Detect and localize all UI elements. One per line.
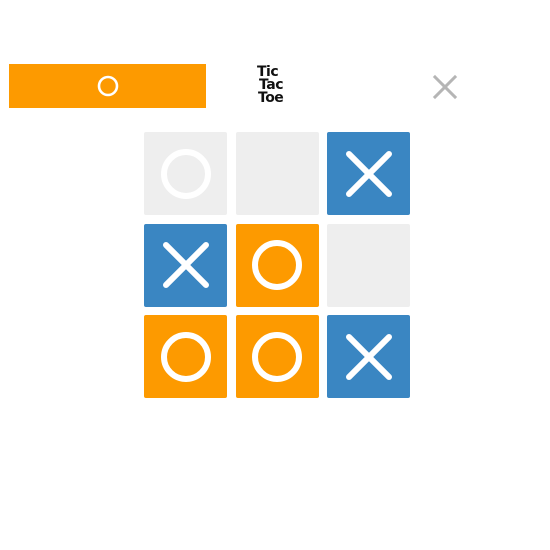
- o-mark-icon: [252, 240, 302, 290]
- o-mark-icon: [160, 331, 211, 382]
- board-cell-r1-c3[interactable]: [327, 132, 410, 215]
- close-button[interactable]: [430, 72, 460, 102]
- close-icon: [432, 74, 458, 100]
- board-cell-r1-c2[interactable]: [235, 132, 319, 215]
- x-mark-icon: [162, 242, 209, 288]
- board-cell-r3-c3[interactable]: [327, 315, 410, 398]
- o-mark-icon: [97, 75, 118, 97]
- turn-indicator: [9, 64, 206, 108]
- board-cell-r3-c1[interactable]: [144, 315, 227, 398]
- board-cell-r2-c3[interactable]: [327, 223, 410, 307]
- board-cell-r3-c2[interactable]: [235, 315, 319, 398]
- board-cell-r1-c1[interactable]: [144, 132, 227, 215]
- o-mark-icon: [160, 148, 211, 199]
- game-logo: Tic Tac Toe: [257, 65, 297, 108]
- logo-line-3: Toe: [258, 90, 284, 106]
- game-board: [144, 132, 410, 398]
- game-screen: Tic Tac Toe: [0, 0, 550, 550]
- board-cell-r2-c2[interactable]: [235, 223, 319, 307]
- board-cell-r2-c1[interactable]: [144, 223, 227, 307]
- x-mark-icon: [345, 150, 392, 197]
- x-mark-icon: [345, 333, 392, 380]
- o-mark-icon: [252, 331, 302, 382]
